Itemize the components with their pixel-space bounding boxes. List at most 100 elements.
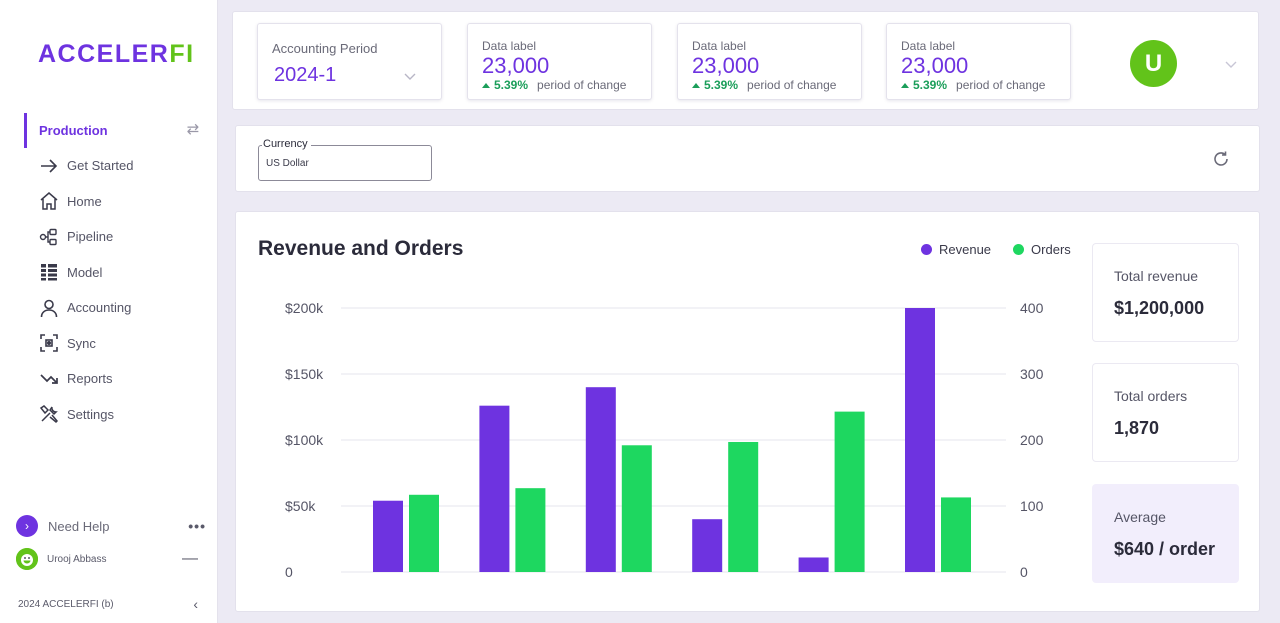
stat-label: Total revenue — [1114, 268, 1199, 284]
y-left-tick-label: $200k — [285, 300, 324, 316]
legend-label: Orders — [1031, 242, 1071, 257]
more-options-icon[interactable]: ••• — [188, 518, 206, 534]
sidebar-item-home[interactable]: Home — [38, 184, 208, 220]
sync-icon — [38, 332, 60, 354]
revenue-bar — [798, 557, 829, 572]
chart-title: Revenue and Orders — [258, 237, 464, 260]
total-revenue-card: Total revenue $1,200,000 — [1092, 243, 1239, 342]
chevron-down-icon — [404, 68, 416, 86]
kpi-value: 23,000 — [692, 53, 760, 78]
y-left-tick-label: $100k — [285, 432, 324, 448]
brand-logo[interactable]: ACCELERFI — [38, 40, 195, 69]
sidebar-item-sync[interactable]: Sync — [38, 326, 208, 362]
kpi-change-desc: period of change — [537, 78, 627, 92]
y-right-tick-label: 100 — [1020, 498, 1044, 514]
orders-bar — [515, 488, 546, 572]
sidebar-item-reports[interactable]: Reports — [38, 361, 208, 397]
kpi-label: Data label — [482, 39, 537, 53]
sidebar-item-label: Sync — [67, 335, 96, 351]
revenue-bar — [585, 387, 616, 572]
trend-up-icon — [482, 82, 490, 88]
stat-value: $1,200,000 — [1114, 298, 1205, 318]
legend-dot-icon — [921, 244, 932, 255]
y-right-tick-label: 400 — [1020, 300, 1044, 316]
average-card: Average $640 / order — [1092, 484, 1239, 583]
orders-bar — [621, 445, 652, 572]
y-left-tick-label: 0 — [285, 564, 293, 580]
currency-select[interactable]: Currency US Dollar — [258, 138, 432, 181]
sidebar-item-label: Pipeline — [67, 229, 114, 245]
y-left-tick-label: $50k — [285, 498, 316, 514]
brand-logo-part1: ACCELER — [38, 40, 170, 68]
orders-bar — [728, 441, 759, 572]
y-left-tick-label: $150k — [285, 366, 324, 382]
chevron-left-icon[interactable]: ‹ — [193, 596, 198, 612]
sidebar-item-settings[interactable]: Settings — [38, 397, 208, 433]
sidebar-item-label: Model — [67, 264, 103, 280]
orders-bar — [834, 411, 865, 572]
legend-item-orders[interactable]: Orders — [1013, 242, 1071, 257]
pipeline-icon — [38, 226, 60, 248]
chevron-down-icon[interactable] — [1225, 56, 1237, 74]
kpi-card: Data label 23,000 5.39% period of change — [886, 23, 1071, 100]
kpi-label: Data label — [901, 39, 956, 53]
sidebar-item-label: Home — [67, 193, 102, 209]
orders-bar — [941, 497, 971, 572]
need-help-label: Need Help — [48, 518, 110, 534]
model-icon — [38, 261, 60, 283]
sidebar-item-label: Get Started — [67, 158, 134, 174]
sidebar-item-get-started[interactable]: Get Started — [38, 148, 208, 184]
settings-icon — [38, 403, 60, 425]
sidebar-item-accounting[interactable]: Accounting — [38, 290, 208, 326]
currency-value: US Dollar — [266, 158, 309, 169]
refresh-icon[interactable] — [1212, 150, 1230, 168]
kpi-card: Data label 23,000 5.39% period of change — [677, 23, 862, 100]
sidebar-item-pipeline[interactable]: Pipeline — [38, 219, 208, 255]
sidebar-nav: Get Started Home Pipeline Model Accounti… — [38, 148, 208, 432]
total-orders-card: Total orders 1,870 — [1092, 363, 1239, 462]
period-label: Accounting Period — [272, 41, 378, 56]
user-avatar[interactable]: U — [1130, 40, 1177, 87]
sidebar-item-label: Accounting — [67, 300, 132, 316]
kpi-change-desc: period of change — [747, 78, 837, 92]
legend-item-revenue[interactable]: Revenue — [921, 242, 991, 257]
top-bar: Accounting Period 2024-1 Data label 23,0… — [232, 11, 1259, 110]
environment-selector[interactable]: Production ⇄ — [24, 113, 204, 148]
kpi-value: 23,000 — [901, 53, 969, 78]
swap-icon[interactable]: ⇄ — [183, 121, 203, 139]
kpi-change-percent: 5.39% — [913, 78, 948, 92]
revenue-bar — [479, 405, 510, 572]
period-value: 2024-1 — [274, 64, 337, 86]
trend-up-icon — [692, 82, 700, 88]
revenue-orders-panel: 0 $50k $100k $150k $200k 0 100 200 300 400 Revenu… — [235, 211, 1260, 612]
chart-legend: Revenue Orders — [921, 242, 1093, 257]
environment-label: Production — [39, 123, 108, 138]
kpi-label: Data label — [692, 39, 747, 53]
stat-value: $640 / order — [1114, 539, 1216, 559]
kpi-value: 23,000 — [482, 53, 550, 78]
need-help-row[interactable]: › Need Help ••• — [16, 515, 206, 537]
kpi-change: 5.39% period of change — [482, 78, 626, 92]
kpi-change-desc: period of change — [956, 78, 1046, 92]
user-row[interactable]: Urooj Abbass — — [16, 548, 206, 570]
user-icon — [38, 297, 60, 319]
trend-up-icon — [901, 82, 909, 88]
legend-label: Revenue — [939, 242, 992, 257]
currency-bar: Currency US Dollar — [235, 125, 1260, 192]
y-right-tick-label: 0 — [1020, 564, 1028, 580]
kpi-change: 5.39% period of change — [692, 78, 836, 92]
sidebar-item-model[interactable]: Model — [38, 255, 208, 291]
sidebar-item-label: Settings — [67, 406, 114, 422]
reports-icon — [38, 368, 60, 390]
accounting-period-selector[interactable]: Accounting Period 2024-1 — [257, 23, 442, 100]
sidebar-item-label: Reports — [67, 371, 113, 387]
y-right-tick-label: 200 — [1020, 432, 1044, 448]
revenue-bar — [905, 308, 935, 572]
footer-copyright: 2024 ACCELERFI (b) — [18, 598, 114, 610]
user-avatar-icon — [16, 548, 38, 570]
brand-logo-part2: FI — [169, 40, 195, 68]
stat-value: 1,870 — [1114, 418, 1160, 438]
kpi-change: 5.39% period of change — [901, 78, 1045, 92]
minus-icon[interactable]: — — [182, 550, 198, 568]
legend-dot-icon — [1013, 244, 1025, 255]
